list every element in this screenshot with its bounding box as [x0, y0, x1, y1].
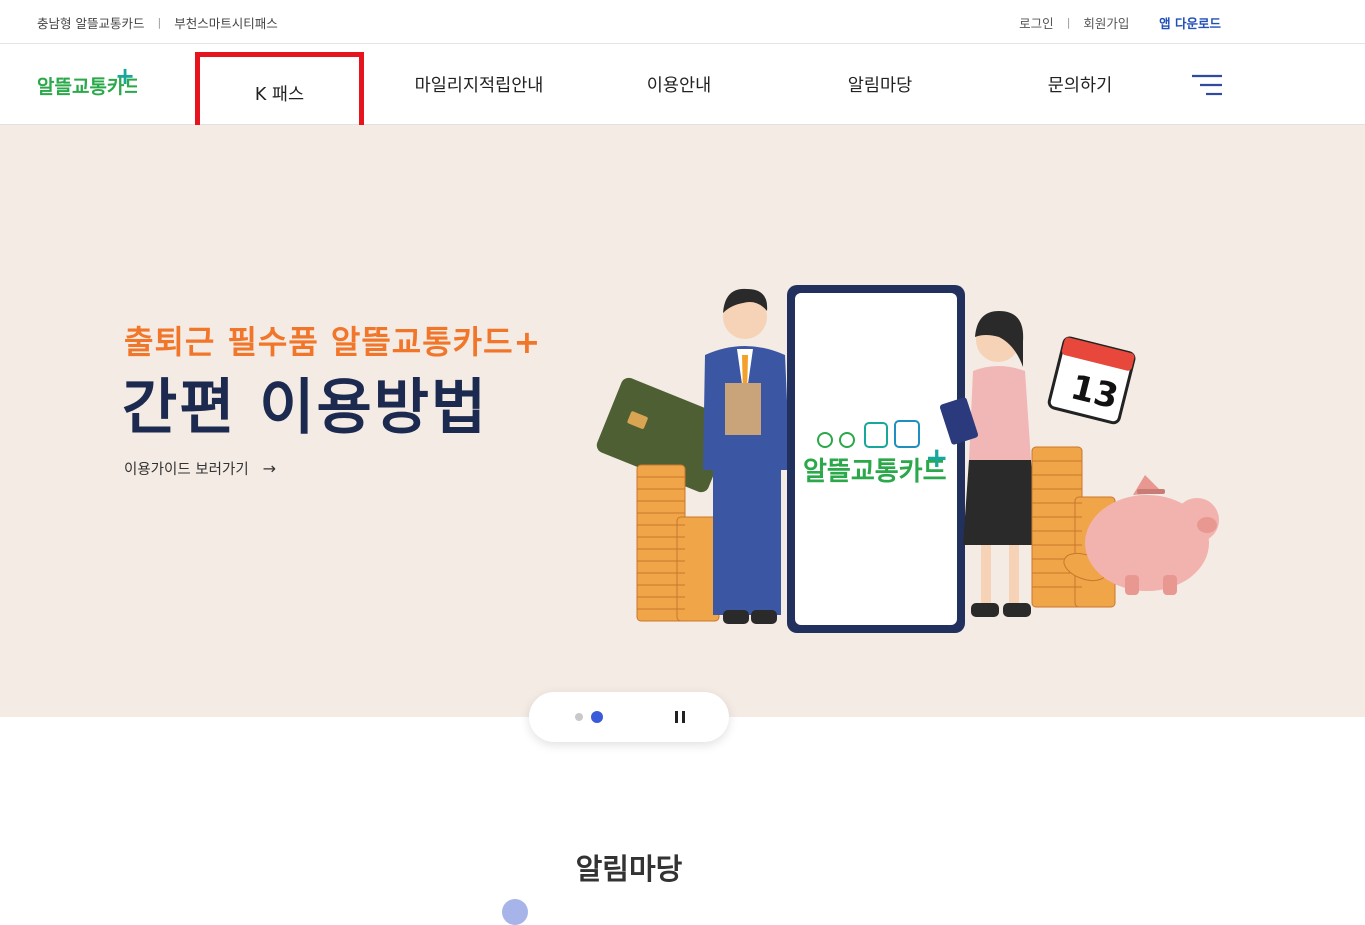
hero-illustration: 알뜰교통카드 + 13 [596, 285, 1219, 633]
nav-mileage-guide[interactable]: 마일리지적립안내 [395, 44, 563, 125]
user-links: 로그인 | 회원가입 | 앱 다운로드 [1019, 0, 1221, 44]
top-utility-bar: 충남형 알뜰교통카드 | 부천스마트시티패스 로그인 | 회원가입 | 앱 다운… [0, 0, 1365, 44]
hero-banner: 출퇴근 필수품 알뜰교통카드+ 간편 이용방법 이용가이드 보러가기 → 알뜰교… [0, 125, 1365, 717]
notice-decoration-icon [502, 899, 528, 925]
notice-section-title: 알림마당 [575, 852, 683, 886]
login-link[interactable]: 로그인 [1019, 13, 1054, 32]
site-logo[interactable]: 알뜰교통카드 + [37, 67, 137, 101]
logo-plus: + [115, 67, 135, 90]
app-download-link[interactable]: 앱 다운로드 [1159, 13, 1221, 32]
main-navigation: 알뜰교통카드 + K 패스 마일리지적립안내 이용안내 알림마당 문의하기 [0, 44, 1365, 134]
nav-notice[interactable]: 알림마당 [800, 44, 960, 125]
divider: | [157, 15, 162, 29]
guide-link-label: 이용가이드 보러가기 [124, 462, 249, 478]
divider: | [1066, 15, 1071, 29]
nav-usage-guide[interactable]: 이용안내 [598, 44, 760, 125]
hero-title: 간편 이용방법 [122, 373, 489, 443]
spacer: | [1142, 16, 1146, 29]
phone-logo-plus: + [925, 441, 948, 474]
slide-dot-1[interactable] [575, 713, 583, 721]
signup-link[interactable]: 회원가입 [1083, 13, 1129, 32]
smartphone-image: 알뜰교통카드 + [787, 285, 965, 633]
guide-link[interactable]: 이용가이드 보러가기 → [124, 458, 276, 479]
hero-subtitle: 출퇴근 필수품 알뜰교통카드+ [124, 323, 542, 361]
nav-k-pass[interactable]: K 패스 [195, 52, 364, 134]
slide-dot-2-active[interactable] [591, 711, 603, 723]
arrow-right-icon: → [262, 459, 277, 478]
slider-controls [529, 692, 729, 742]
calendar-icon: 13 [1047, 336, 1136, 425]
link-chungnam-card[interactable]: 충남형 알뜰교통카드 [37, 13, 144, 32]
piggy-bank-image [1085, 475, 1219, 595]
businessman-figure [703, 288, 790, 624]
nav-inquiry[interactable]: 문의하기 [1000, 44, 1160, 125]
family-site-links: 충남형 알뜰교통카드 | 부천스마트시티패스 [37, 0, 278, 44]
link-bucheon-pass[interactable]: 부천스마트시티패스 [174, 13, 278, 32]
hamburger-menu-icon[interactable] [1192, 74, 1222, 96]
pause-icon[interactable] [675, 711, 687, 723]
